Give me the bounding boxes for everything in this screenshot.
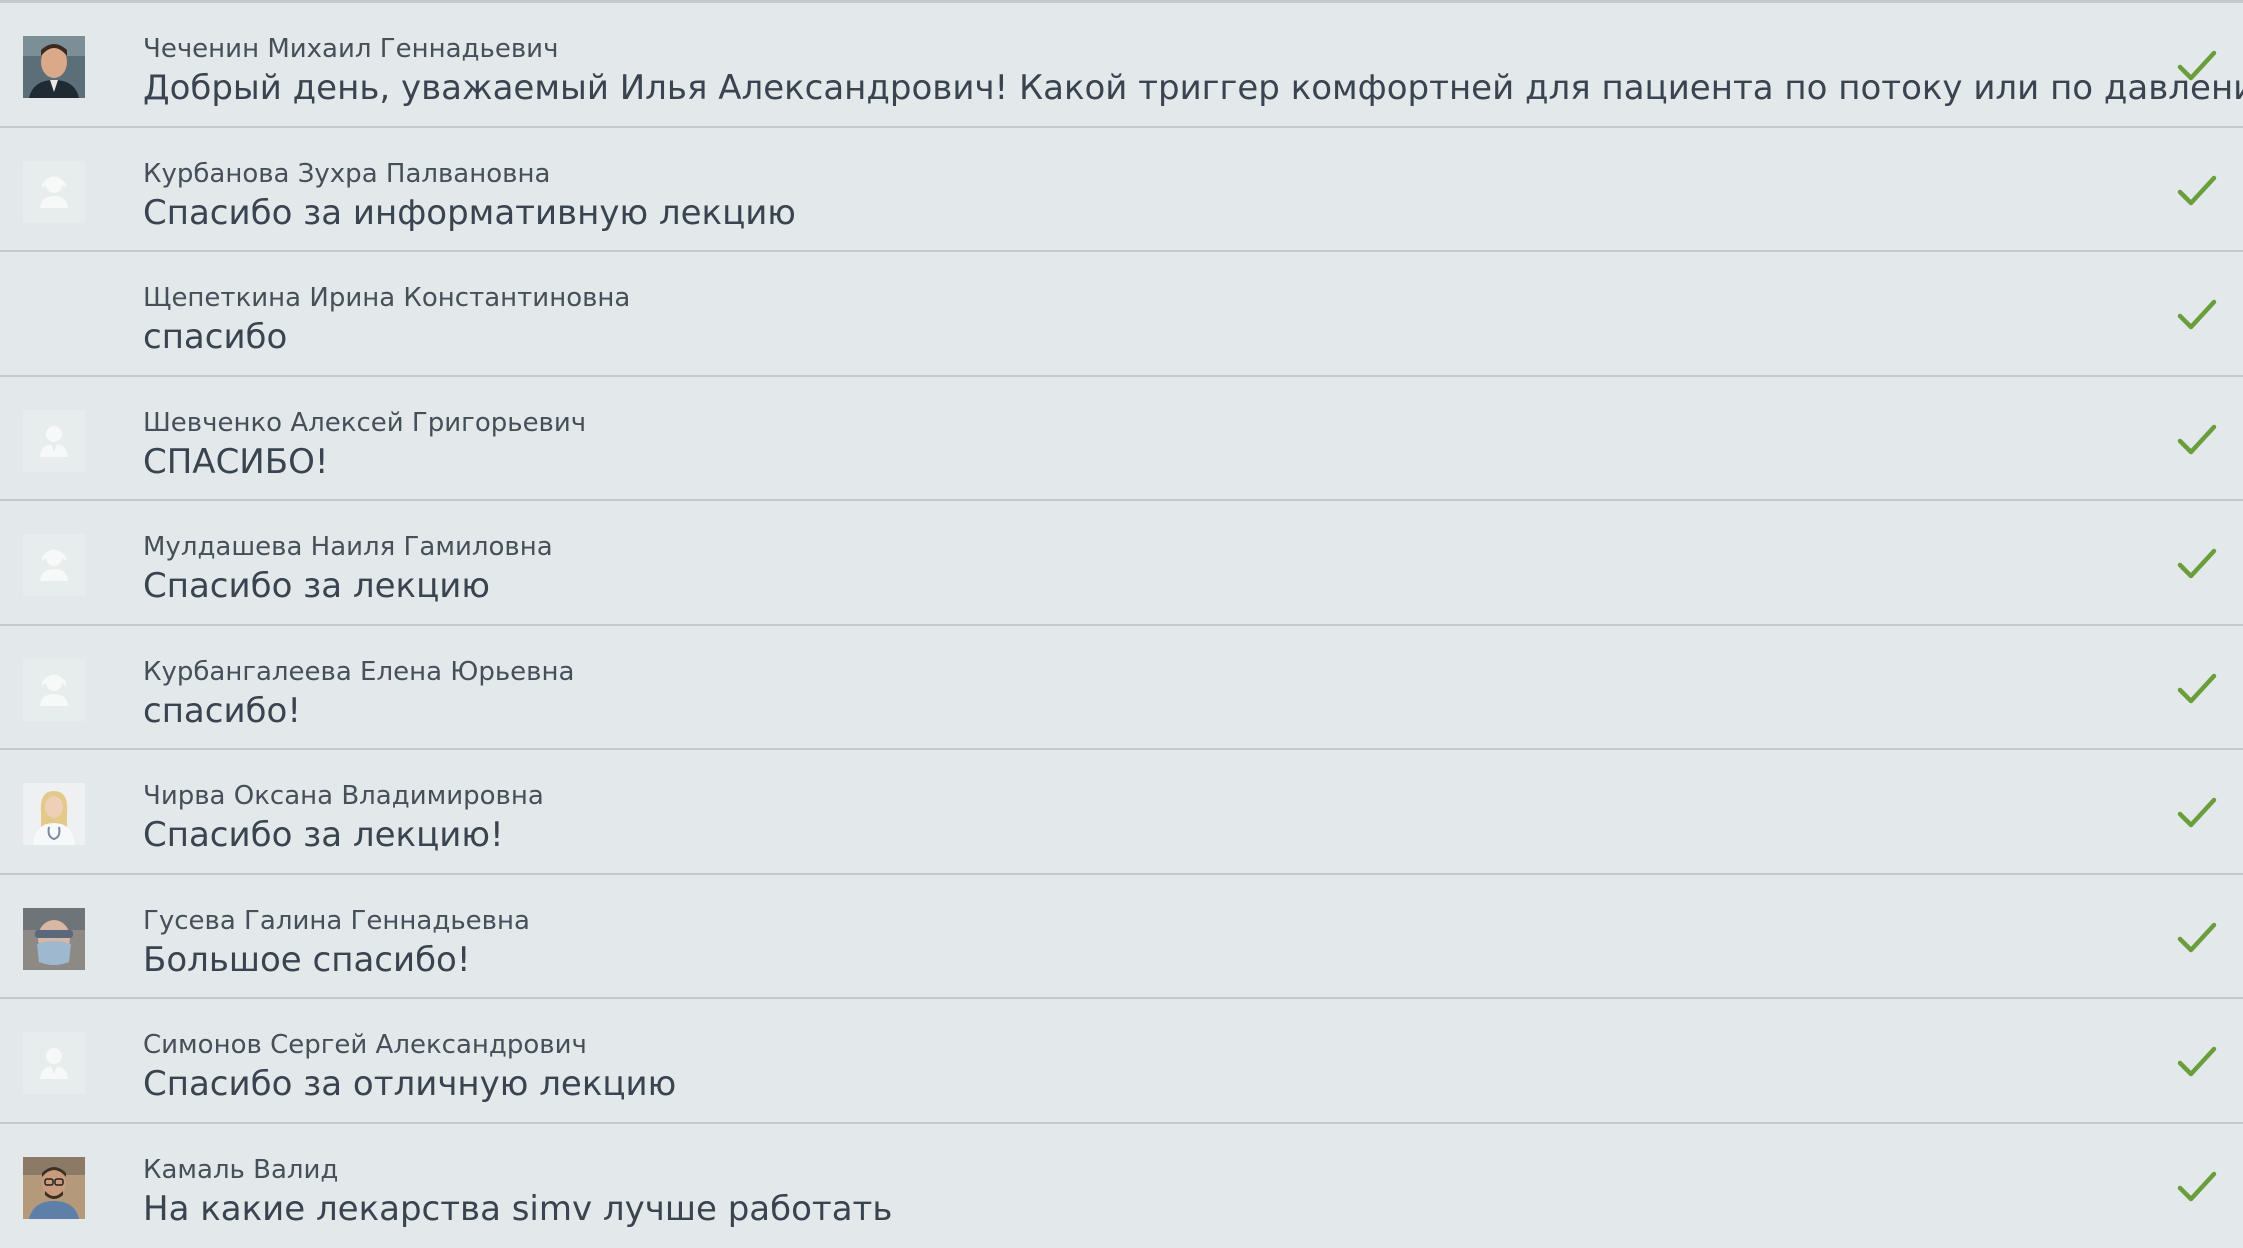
messages-list: Чеченин Михаил Геннадьевич Добрый день, … <box>0 0 2243 1246</box>
author-name: Курбангалеева Елена Юрьевна <box>143 656 574 688</box>
check-icon <box>2177 1045 2217 1079</box>
author-name: Мулдашева Наиля Гамиловна <box>143 531 553 563</box>
message-row[interactable]: Щепеткина Ирина Константиновна спасибо <box>0 252 2243 377</box>
message-row[interactable]: Мулдашева Наиля Гамиловна Спасибо за лек… <box>0 501 2243 626</box>
avatar-photo <box>23 1157 85 1219</box>
check-icon <box>2177 921 2217 955</box>
message-text: На какие лекарства simv лучше работать <box>143 1188 892 1230</box>
avatar-placeholder-icon <box>23 161 85 223</box>
author-name: Чеченин Михаил Геннадьевич <box>143 33 558 65</box>
author-name: Чирва Оксана Владимировна <box>143 780 544 812</box>
message-row[interactable]: Симонов Сергей Александрович Спасибо за … <box>0 999 2243 1124</box>
check-icon <box>2177 174 2217 208</box>
message-text: Спасибо за отличную лекцию <box>143 1063 676 1105</box>
author-name: Курбанова Зухра Палвановна <box>143 158 550 190</box>
message-row[interactable]: Гусева Галина Геннадьевна Большое спасиб… <box>0 875 2243 1000</box>
avatar-placeholder-icon <box>23 410 85 472</box>
message-text: Спасибо за лекцию! <box>143 814 504 856</box>
check-icon <box>2177 423 2217 457</box>
author-name: Симонов Сергей Александрович <box>143 1029 587 1061</box>
avatar-photo <box>23 783 85 845</box>
avatar-placeholder-icon <box>23 1032 85 1094</box>
message-row[interactable]: Курбангалеева Елена Юрьевна спасибо! <box>0 626 2243 751</box>
check-icon <box>2177 298 2217 332</box>
message-row[interactable]: Чирва Оксана Владимировна Спасибо за лек… <box>0 750 2243 875</box>
avatar-placeholder-icon <box>23 534 85 596</box>
check-icon <box>2177 49 2217 83</box>
avatar-photo <box>23 36 85 98</box>
message-text: СПАСИБО! <box>143 441 328 483</box>
message-text: спасибо! <box>143 690 301 732</box>
message-text: Спасибо за лекцию <box>143 565 490 607</box>
check-icon <box>2177 672 2217 706</box>
avatar-placeholder-icon <box>23 659 85 721</box>
message-row[interactable]: Чеченин Михаил Геннадьевич Добрый день, … <box>0 3 2243 128</box>
author-name: Шевченко Алексей Григорьевич <box>143 407 586 439</box>
message-text: спасибо <box>143 316 287 358</box>
message-row[interactable]: Шевченко Алексей Григорьевич СПАСИБО! <box>0 377 2243 502</box>
avatar-photo <box>23 908 85 970</box>
check-icon <box>2177 796 2217 830</box>
message-text: Добрый день, уважаемый Илья Александрови… <box>143 67 2243 109</box>
message-text: Спасибо за информативную лекцию <box>143 192 796 234</box>
message-row[interactable]: Курбанова Зухра Палвановна Спасибо за ин… <box>0 128 2243 253</box>
author-name: Камаль Валид <box>143 1154 338 1186</box>
message-text: Большое спасибо! <box>143 939 470 981</box>
author-name: Щепеткина Ирина Константиновна <box>143 282 630 314</box>
author-name: Гусева Галина Геннадьевна <box>143 905 530 937</box>
check-icon <box>2177 547 2217 581</box>
check-icon <box>2177 1170 2217 1204</box>
message-row[interactable]: Камаль Валид На какие лекарства simv луч… <box>0 1124 2243 1248</box>
